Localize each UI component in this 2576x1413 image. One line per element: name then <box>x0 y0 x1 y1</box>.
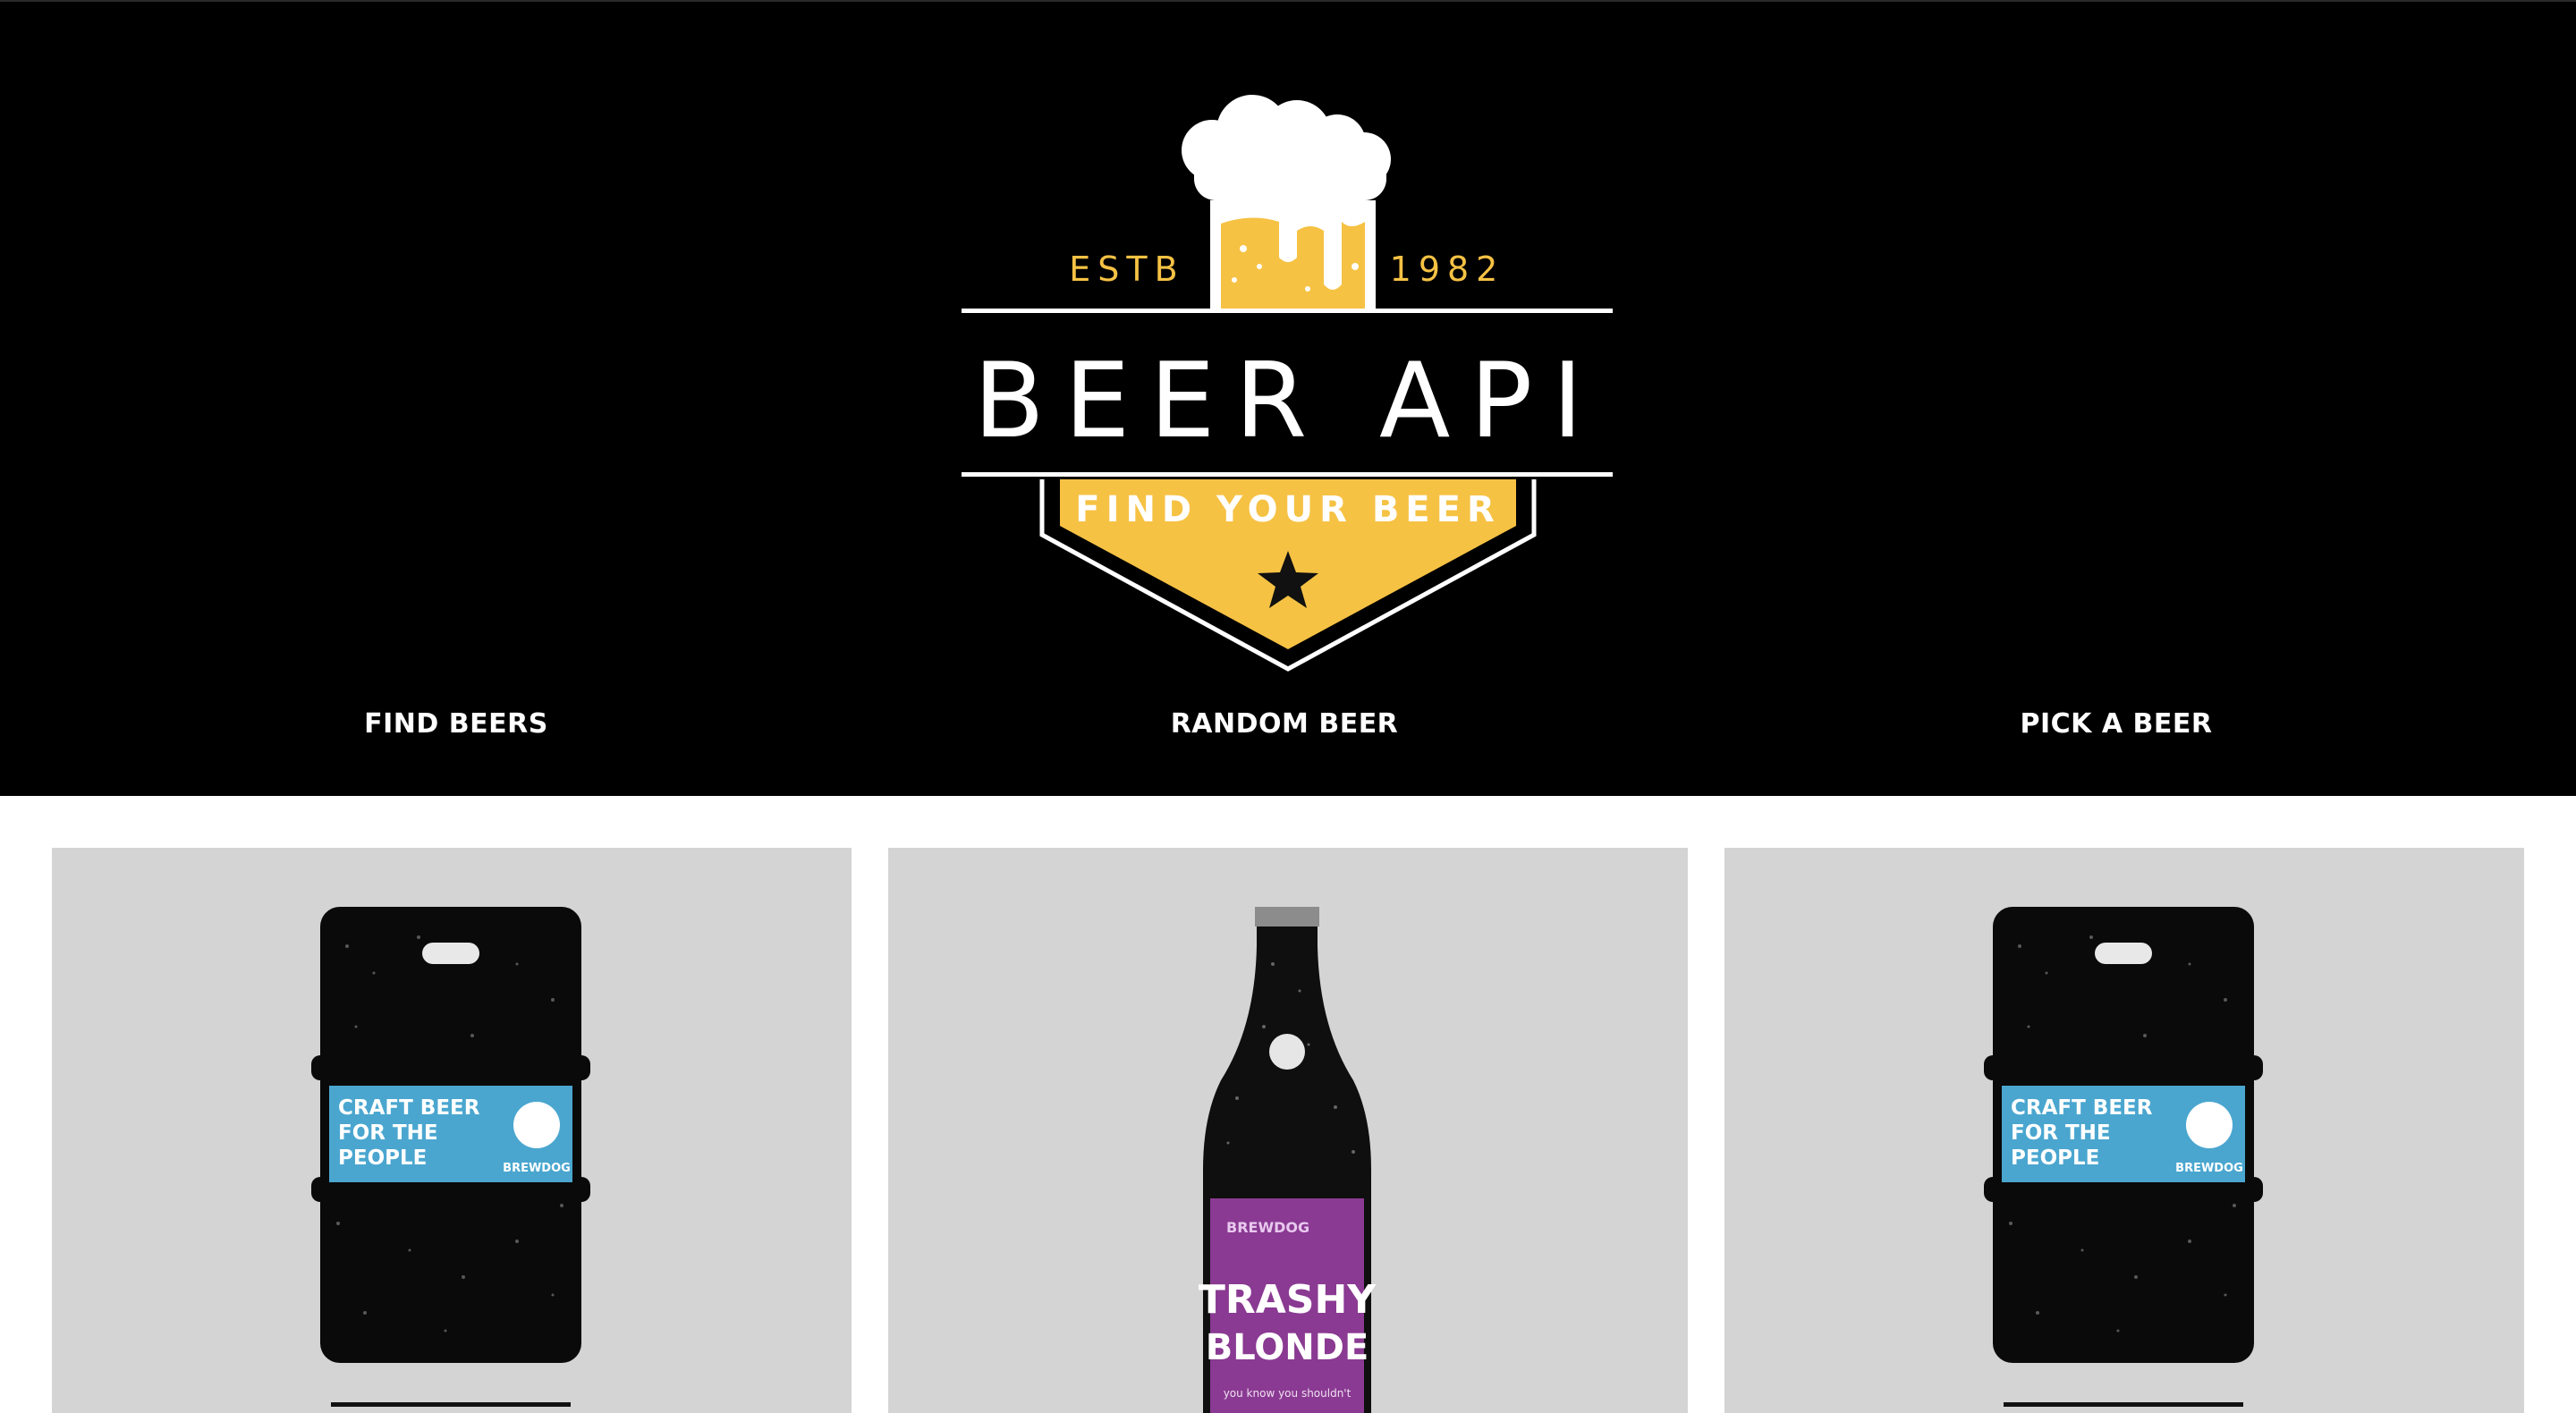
site-header: ESTB 1982 BEER API FIND YOUR BEER FIND B… <box>0 0 2576 796</box>
bottle-label-line: BLONDE <box>1206 1327 1369 1368</box>
bottle-image: BREWDOG TRASHY BLONDE you know you shoul… <box>1199 907 1377 1413</box>
keg-image: CRAFT BEER FOR THE PEOPLE BREWDOG <box>1984 907 2263 1407</box>
keg-image: CRAFT BEER FOR THE PEOPLE BREWDOG <box>311 907 590 1407</box>
nav-random-beer[interactable]: RANDOM BEER <box>1061 708 1508 740</box>
beer-glass-icon <box>1210 200 1376 311</box>
brewdog-logo-icon <box>1269 1034 1305 1070</box>
beer-card[interactable]: BREWDOG TRASHY BLONDE you know you shoul… <box>888 848 1688 1413</box>
beer-foam-icon <box>1182 95 1391 200</box>
beer-card[interactable]: CRAFT BEER FOR THE PEOPLE BREWDOG <box>1724 848 2524 1413</box>
logo-year: 1982 <box>1390 250 1505 289</box>
brewdog-logo-icon <box>513 1102 560 1148</box>
nav-pick-a-beer[interactable]: PICK A BEER <box>1893 708 2340 740</box>
keg-label-line: PEOPLE <box>338 1146 427 1170</box>
bottle-small-text: you know you shouldn't <box>1224 1387 1352 1400</box>
nav-find-beers[interactable]: FIND BEERS <box>233 708 680 740</box>
logo-title: BEER API <box>973 341 1602 461</box>
logo-tagline: FIND YOUR BEER <box>1075 489 1501 530</box>
keg-label-line: FOR THE <box>2011 1121 2111 1145</box>
keg-brand: BREWDOG <box>2175 1162 2243 1175</box>
keg-label-line: CRAFT BEER <box>338 1096 480 1120</box>
bottle-brand: BREWDOG <box>1226 1219 1309 1236</box>
keg-brand: BREWDOG <box>503 1162 571 1175</box>
beer-card[interactable]: CRAFT BEER FOR THE PEOPLE BREWDOG <box>52 848 852 1413</box>
bottle-label-line: TRASHY <box>1199 1277 1377 1323</box>
keg-label-line: PEOPLE <box>2011 1146 2099 1170</box>
keg-label-line: CRAFT BEER <box>2011 1096 2153 1120</box>
brewdog-logo-icon <box>2186 1102 2233 1148</box>
beer-api-logo: ESTB 1982 BEER API FIND YOUR BEER <box>962 95 1613 672</box>
keg-label-line: FOR THE <box>338 1121 438 1145</box>
logo-estb: ESTB <box>1069 250 1184 289</box>
